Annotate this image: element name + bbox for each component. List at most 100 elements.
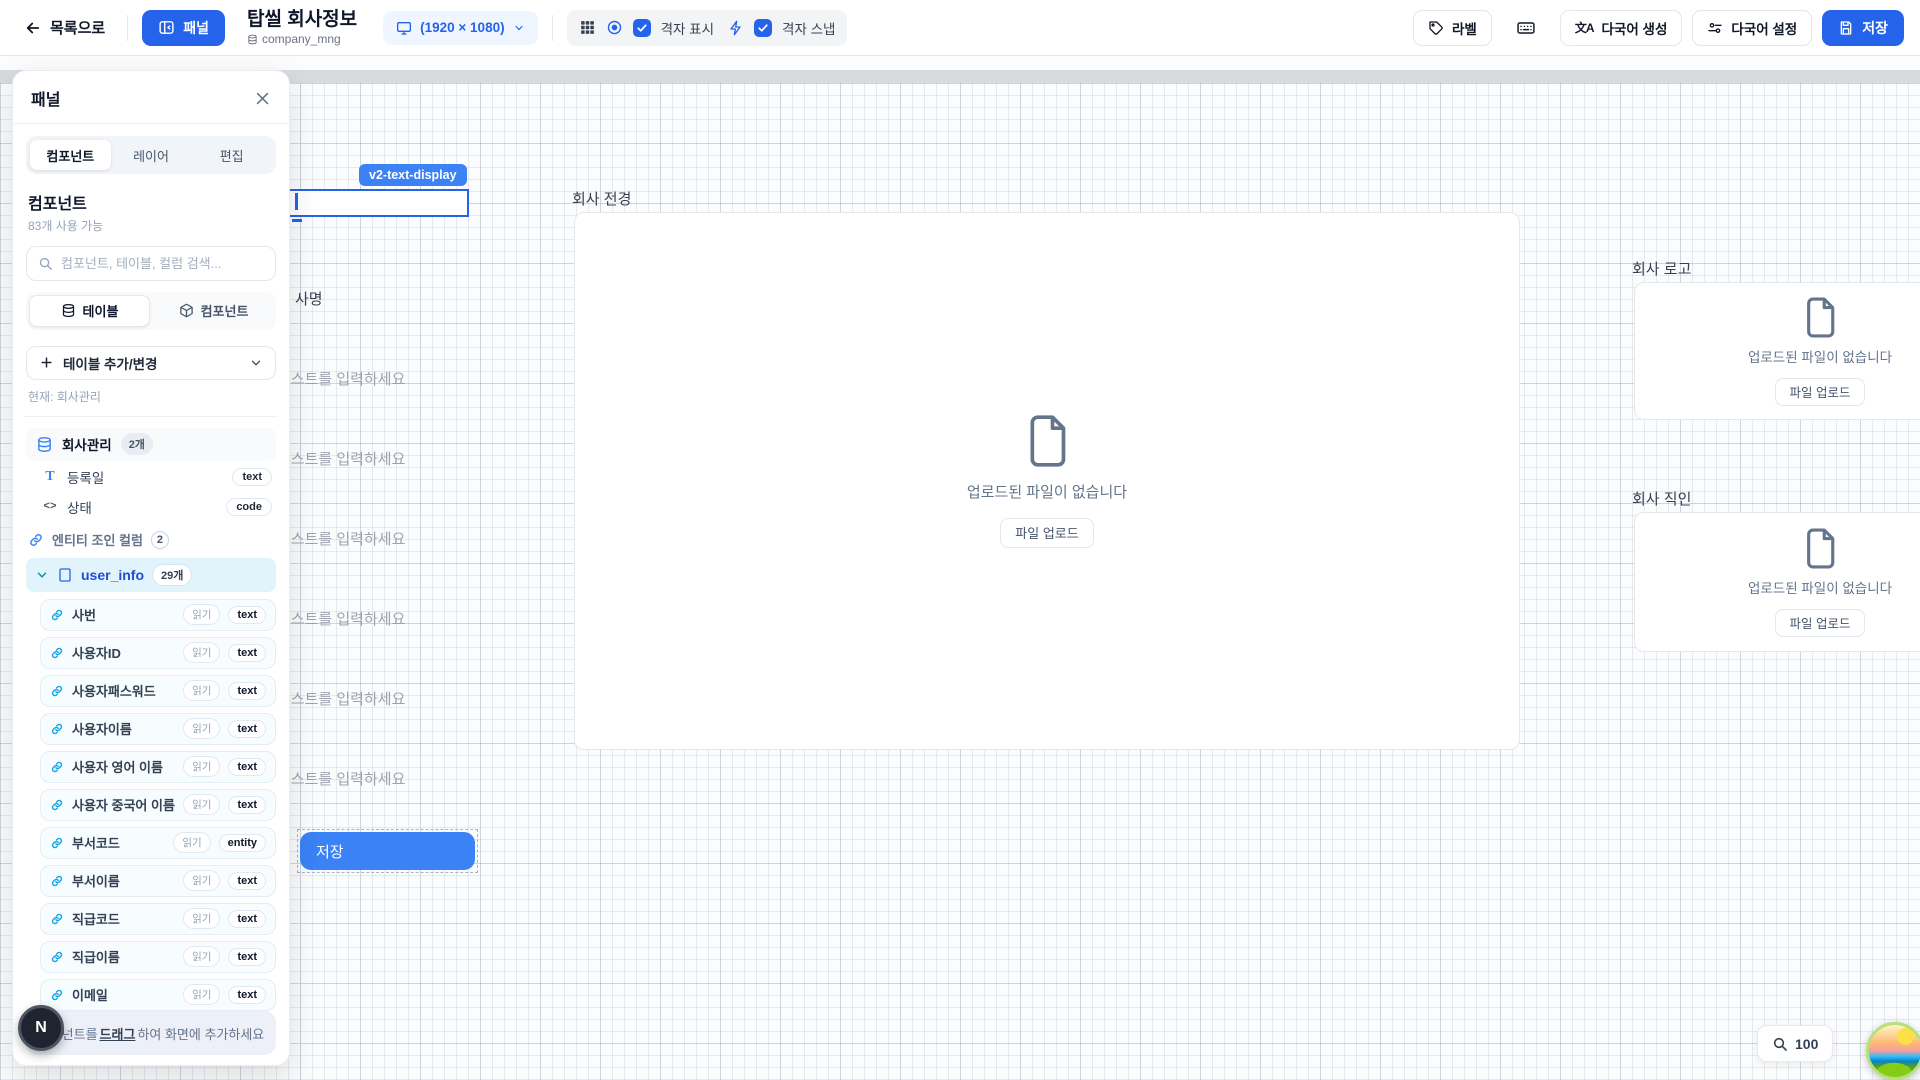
i18n-settings-button[interactable]: 다국어 설정 xyxy=(1692,10,1812,46)
keyboard-shortcuts-icon[interactable] xyxy=(1512,14,1540,42)
type-badge: text xyxy=(228,644,266,662)
page-title-block: 탑씰 회사정보 company_mng xyxy=(247,9,357,46)
add-table-button[interactable]: 테이블 추가/변경 xyxy=(26,346,276,381)
access-badge: 읽기 xyxy=(173,832,210,853)
entity-column-item[interactable]: 직급코드 읽기 text xyxy=(40,903,276,935)
canvas-save-button[interactable]: 저장 xyxy=(300,832,475,870)
monitor-icon xyxy=(396,20,412,36)
mode-component[interactable]: 컴포넌트 xyxy=(154,295,273,327)
upload-section-label: 회사 전경 xyxy=(572,188,631,209)
tab-layers[interactable]: 레이어 xyxy=(111,140,192,170)
text-input-placeholder[interactable]: 텍스트를 입력하세요 xyxy=(277,448,405,469)
table-column-row[interactable]: <> 상태 code xyxy=(26,493,276,521)
type-badge: text xyxy=(228,758,266,776)
zoom-indicator[interactable]: 100 xyxy=(1757,1025,1833,1062)
resize-handle[interactable] xyxy=(292,219,302,222)
page-title: 탑씰 회사정보 xyxy=(247,9,357,31)
upload-dropzone[interactable]: 업로드된 파일이 없습니다 파일 업로드 xyxy=(1634,512,1920,652)
entity-column-item[interactable]: 부서코드 읽기 entity xyxy=(40,827,276,859)
component-panel: 패널 컴포넌트 레이어 편집 컴포넌트 83개 사용 가능 테이블 컴포넌트 xyxy=(12,70,290,1066)
divider xyxy=(552,15,553,41)
search-input[interactable] xyxy=(61,256,264,271)
column-name: 사용자 영어 이름 xyxy=(72,757,175,776)
eye-icon[interactable] xyxy=(606,19,623,36)
column-count-badge: 2개 xyxy=(121,433,153,455)
entity-join-section: 엔티티 조인 컬럼 2 xyxy=(26,530,276,549)
column-name: 사번 xyxy=(72,605,175,624)
entity-column-item[interactable]: 사용자이름 읽기 text xyxy=(40,713,276,745)
tab-components[interactable]: 컴포넌트 xyxy=(30,140,111,170)
file-icon xyxy=(1025,415,1069,467)
type-badge: text xyxy=(228,796,266,814)
top-toolbar: 목록으로 패널 탑씰 회사정보 company_mng (1920 × 1080… xyxy=(0,0,1920,56)
link-icon xyxy=(28,532,44,548)
available-count: 83개 사용 가능 xyxy=(28,217,274,234)
sidebar-icon xyxy=(158,19,175,36)
upload-section-label: 회사 직인 xyxy=(1632,488,1691,509)
access-badge: 읽기 xyxy=(183,984,220,1005)
mode-table[interactable]: 테이블 xyxy=(29,295,150,327)
back-arrow-icon xyxy=(24,19,42,37)
grid-show-checkbox[interactable] xyxy=(633,19,651,37)
entity-column-item[interactable]: 사용자패스워드 읽기 text xyxy=(40,675,276,707)
magnifier-icon xyxy=(1772,1036,1788,1052)
entity-column-item[interactable]: 이메일 읽기 text xyxy=(40,979,276,1011)
entity-column-list: 사번 읽기 text 사용자ID 읽기 text 사용자패스워드 읽기 text… xyxy=(40,599,276,1011)
entity-column-item[interactable]: 사용자 영어 이름 읽기 text xyxy=(40,751,276,783)
entity-column-item[interactable]: 사번 읽기 text xyxy=(40,599,276,631)
text-input-placeholder[interactable]: 텍스트를 입력하세요 xyxy=(277,368,405,389)
search-icon xyxy=(38,256,53,271)
access-badge: 읽기 xyxy=(183,794,220,815)
chevron-down-icon xyxy=(249,356,263,370)
user-avatar[interactable] xyxy=(1866,1022,1920,1080)
column-name: 이메일 xyxy=(72,985,175,1004)
text-input-placeholder[interactable]: 텍스트를 입력하세요 xyxy=(277,768,405,789)
file-upload-button[interactable]: 파일 업로드 xyxy=(1000,518,1093,548)
back-to-list-button[interactable]: 목록으로 xyxy=(16,11,113,44)
source-mode-switch: 테이블 컴포넌트 xyxy=(26,292,276,330)
table-group-header[interactable]: 회사관리 2개 xyxy=(26,428,276,461)
type-badge: code xyxy=(226,498,272,516)
entity-column-item[interactable]: 사용자 중국어 이름 읽기 text xyxy=(40,789,276,821)
entity-column-item[interactable]: 직급이름 읽기 text xyxy=(40,941,276,973)
entity-column-item[interactable]: 부서이름 읽기 text xyxy=(40,865,276,897)
link-icon xyxy=(50,646,64,660)
type-badge: text xyxy=(228,948,266,966)
grid-icon xyxy=(579,19,596,36)
resolution-selector[interactable]: (1920 × 1080) xyxy=(383,11,537,45)
link-icon xyxy=(50,722,64,736)
access-badge: 읽기 xyxy=(183,718,220,739)
tab-edit[interactable]: 편집 xyxy=(191,140,272,170)
column-name: 사용자 중국어 이름 xyxy=(72,795,175,814)
drag-hint: 컴포넌트를 드래그하여 화면에 추가하세요 xyxy=(26,1011,276,1055)
text-input-placeholder[interactable]: 텍스트를 입력하세요 xyxy=(277,608,405,629)
entity-count-badge: 29개 xyxy=(152,564,192,586)
type-badge: text xyxy=(228,872,266,890)
table-column-row[interactable]: T 등록일 text xyxy=(26,463,276,491)
entity-group-header[interactable]: user_info 29개 xyxy=(26,558,276,592)
save-icon xyxy=(1838,20,1854,36)
link-icon xyxy=(50,798,64,812)
type-badge: text xyxy=(228,682,266,700)
text-input-placeholder[interactable]: 텍스트를 입력하세요 xyxy=(277,528,405,549)
text-input-placeholder[interactable]: 텍스트를 입력하세요 xyxy=(277,688,405,709)
label-button[interactable]: 라벨 xyxy=(1413,10,1492,46)
link-icon xyxy=(50,608,64,622)
chevron-down-icon[interactable] xyxy=(35,568,49,582)
save-button[interactable]: 저장 xyxy=(1822,10,1904,46)
panel-title: 패널 xyxy=(31,86,60,110)
access-badge: 읽기 xyxy=(183,908,220,929)
divider xyxy=(24,416,278,417)
entity-column-item[interactable]: 사용자ID 읽기 text xyxy=(40,637,276,669)
close-icon[interactable] xyxy=(254,90,271,107)
panel-toggle-button[interactable]: 패널 xyxy=(142,10,225,46)
upload-dropzone[interactable]: 업로드된 파일이 없습니다 파일 업로드 xyxy=(1634,282,1920,420)
file-upload-button[interactable]: 파일 업로드 xyxy=(1775,378,1866,406)
collaborator-cursor: N xyxy=(18,1005,64,1051)
artboard-left-edge xyxy=(300,83,301,1080)
file-upload-button[interactable]: 파일 업로드 xyxy=(1775,609,1866,637)
i18n-generate-button[interactable]: 文A 다국어 생성 xyxy=(1560,10,1683,46)
grid-options-group: 격자 표시 격자 스냅 xyxy=(567,10,848,46)
grid-snap-checkbox[interactable] xyxy=(754,19,772,37)
upload-dropzone[interactable]: 업로드된 파일이 없습니다 파일 업로드 xyxy=(574,212,1520,750)
